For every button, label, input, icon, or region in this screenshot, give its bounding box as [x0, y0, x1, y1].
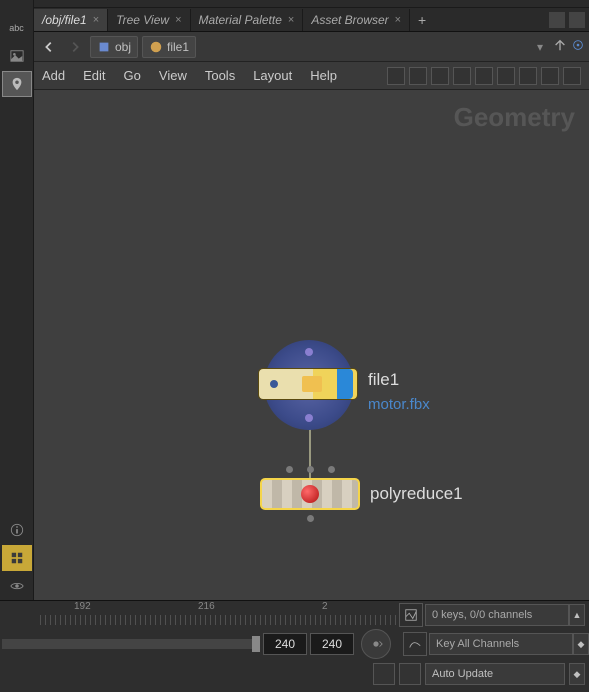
tool-info-icon[interactable]	[2, 517, 32, 543]
tool-abc[interactable]: abc	[2, 15, 32, 41]
menu-layout[interactable]: Layout	[253, 68, 292, 83]
frame-current-field[interactable]: 240	[263, 633, 307, 655]
toolbar-list-icon[interactable]	[409, 67, 427, 85]
node-source-label: motor.fbx	[368, 396, 430, 413]
timeline-ruler[interactable]: 192 216 2	[40, 601, 397, 629]
path-seg-file1[interactable]: file1	[142, 36, 196, 58]
input-dot-icon[interactable]	[286, 466, 293, 473]
tab-material-palette[interactable]: Material Palette ×	[191, 9, 304, 31]
close-icon[interactable]: ×	[175, 9, 181, 31]
geo-icon	[97, 40, 111, 54]
menu-add[interactable]: Add	[42, 68, 65, 83]
nav-back-icon[interactable]	[38, 36, 60, 58]
update-mode-stepper[interactable]: ◆	[569, 663, 585, 685]
node-file1[interactable]: file1 motor.fbx	[264, 340, 354, 430]
file-node-icon	[149, 40, 163, 54]
input-dot-icon[interactable]	[328, 466, 335, 473]
tick-label: 216	[198, 601, 215, 612]
tab-label: Asset Browser	[311, 9, 388, 31]
toolbar-color-icon[interactable]	[541, 67, 559, 85]
timeline-scrub[interactable]	[2, 639, 257, 649]
panel-grip[interactable]	[34, 0, 589, 8]
node-name-label: polyreduce1	[370, 484, 463, 504]
add-tab-button[interactable]: +	[410, 12, 434, 28]
menu-go[interactable]: Go	[124, 68, 141, 83]
keyframe-button[interactable]	[361, 629, 391, 659]
toolbar-rows-icon[interactable]	[431, 67, 449, 85]
toolbar-grid-icon[interactable]	[453, 67, 471, 85]
menu-view[interactable]: View	[159, 68, 187, 83]
tab-label: Tree View	[116, 9, 169, 31]
menu-bar: Add Edit Go View Tools Layout Help	[34, 62, 589, 90]
maximize-icon[interactable]	[569, 12, 585, 28]
tab-label: /obj/file1	[42, 9, 87, 31]
node-name-label: file1	[368, 370, 399, 390]
menu-tools[interactable]: Tools	[205, 68, 235, 83]
toolbar-table-icon[interactable]	[475, 67, 493, 85]
frame-end-field[interactable]: 240	[310, 633, 354, 655]
cook-icon[interactable]	[373, 663, 395, 685]
scope-channels-icon[interactable]	[399, 603, 423, 627]
update-mode-label: Auto Update	[432, 668, 493, 680]
tool-image-icon[interactable]	[2, 43, 32, 69]
keys-toggle-icon[interactable]: ▲	[569, 604, 585, 626]
key-mode-stepper[interactable]: ◆	[573, 633, 589, 655]
update-mode-field[interactable]: Auto Update	[425, 663, 565, 685]
tab-tree-view[interactable]: Tree View ×	[108, 9, 190, 31]
key-mode-field[interactable]: Key All Channels	[429, 633, 573, 655]
polyreduce-icon	[301, 485, 319, 503]
path-bar: obj file1 ▾	[34, 32, 589, 62]
output-dot-icon[interactable]	[307, 515, 314, 522]
path-label: obj	[115, 40, 131, 54]
toolbar-wrench-icon[interactable]	[387, 67, 405, 85]
context-watermark: Geometry	[454, 102, 575, 133]
tab-asset-browser[interactable]: Asset Browser ×	[303, 9, 410, 31]
keys-status-label: 0 keys, 0/0 channels	[432, 609, 532, 621]
timeline-panel: 192 216 2 0 keys, 0/0 channels ▲ 240 240	[0, 600, 589, 692]
frame-value: 240	[275, 637, 295, 651]
keys-status-field[interactable]: 0 keys, 0/0 channels	[425, 604, 569, 626]
toolbar-more-icon[interactable]	[563, 67, 581, 85]
close-icon[interactable]: ×	[288, 9, 294, 31]
left-tool-rail: abc	[0, 0, 34, 600]
tool-pin-icon[interactable]	[2, 71, 32, 97]
close-icon[interactable]: ×	[93, 9, 99, 31]
target-icon[interactable]	[571, 38, 585, 55]
menu-help[interactable]: Help	[310, 68, 337, 83]
folder-icon	[302, 376, 322, 392]
display-flag-icon[interactable]	[270, 380, 278, 388]
path-seg-obj[interactable]: obj	[90, 36, 138, 58]
close-icon[interactable]: ×	[395, 9, 401, 31]
toolbar-params-icon[interactable]	[497, 67, 515, 85]
path-label: file1	[167, 40, 189, 54]
node-polyreduce1[interactable]: polyreduce1	[260, 478, 360, 510]
nav-forward-icon[interactable]	[64, 36, 86, 58]
tab-obj-file1[interactable]: /obj/file1 ×	[34, 9, 108, 31]
refresh-icon[interactable]	[399, 663, 421, 685]
main-panel: /obj/file1 × Tree View × Material Palette ×…	[34, 0, 589, 600]
tab-strip: /obj/file1 × Tree View × Material Palette ×…	[34, 8, 589, 32]
input-dot-icon[interactable]	[307, 466, 314, 473]
playhead-handle[interactable]	[252, 636, 260, 652]
pin-panel-icon[interactable]	[553, 38, 567, 55]
tick-label: 192	[74, 601, 91, 612]
channel-editor-icon[interactable]	[403, 632, 427, 656]
node-canvas[interactable]: Geometry file1 motor.fbx	[34, 90, 589, 600]
toolbar-sticky-icon[interactable]	[519, 67, 537, 85]
key-mode-label: Key All Channels	[436, 638, 519, 650]
tick-label: 2	[322, 601, 328, 612]
tool-eye-icon[interactable]	[2, 573, 32, 599]
tool-grid-icon[interactable]	[2, 545, 32, 571]
path-dropdown-icon[interactable]: ▾	[531, 40, 549, 54]
tab-label: Material Palette	[199, 9, 282, 31]
pane-menu-icon[interactable]	[549, 12, 565, 28]
frame-value: 240	[322, 637, 342, 651]
menu-edit[interactable]: Edit	[83, 68, 105, 83]
